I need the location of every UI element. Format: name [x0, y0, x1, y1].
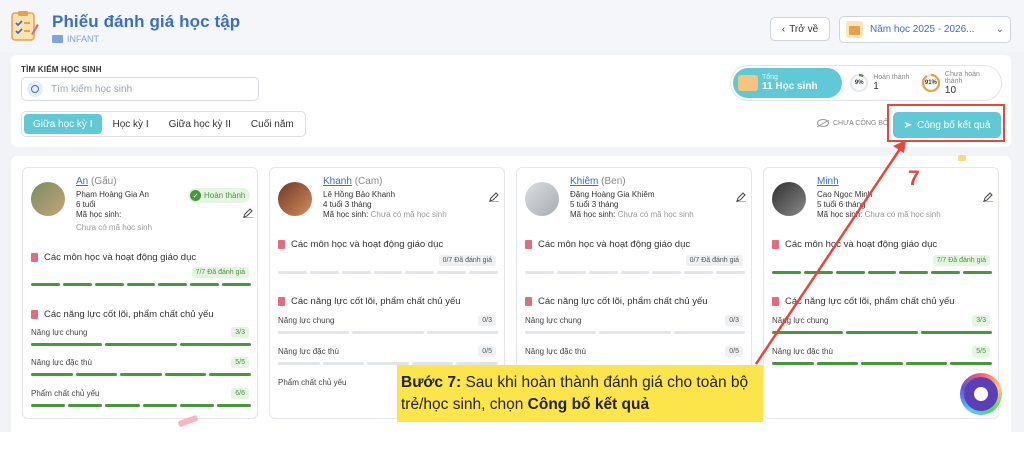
chat-assistant-button[interactable]	[960, 373, 1002, 415]
chat-icon	[964, 377, 998, 411]
instruction-callout: Bước 7: Sau khi hoàn thành đánh giá cho …	[397, 365, 763, 422]
callout-bold: Công bố kết quả	[527, 396, 650, 413]
step-number: 7	[908, 167, 920, 190]
callout-step: Bước 7:	[401, 374, 462, 391]
